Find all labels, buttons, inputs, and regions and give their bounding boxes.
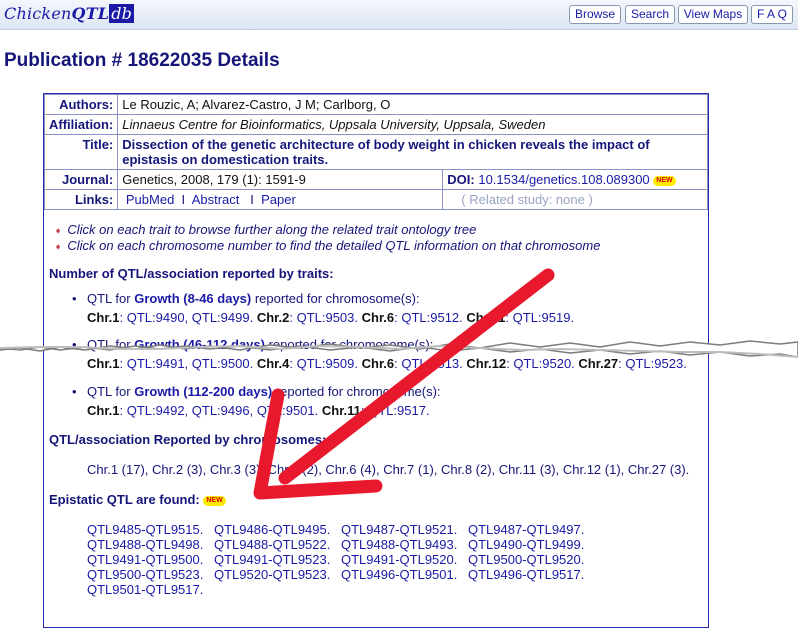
logo[interactable]: ChickenQTL db (4, 4, 135, 23)
chr-link[interactable]: Chr.11 (466, 310, 505, 325)
epistatic-pair[interactable]: QTL9490-QTL9499. (468, 537, 584, 552)
epistatic-heading-text: Epistatic QTL are found: (49, 492, 200, 507)
qtl-links[interactable]: : QTL:9490, QTL:9499. (120, 310, 257, 325)
epistatic-pair[interactable]: QTL9496-QTL9517. (468, 567, 584, 582)
epistatic-row: QTL9485-QTL9515. QTL9486-QTL9495. QTL9487-… (87, 522, 584, 537)
epistatic-pair[interactable]: QTL9491-QTL9523. (214, 552, 341, 567)
pubmed-link[interactable]: PubMed (126, 192, 174, 207)
note-1: ➧ Click on each trait to browse further a… (54, 222, 476, 237)
trait-prefix: QTL for (87, 291, 135, 306)
title-value: Dissection of the genetic architecture o… (117, 134, 708, 170)
traits-heading: Number of QTL/association reported by tr… (49, 266, 334, 281)
epistatic-pair[interactable]: QTL9488-QTL9493. (341, 537, 468, 552)
links-cell: PubMed I Abstract I Paper (117, 189, 444, 210)
chromosomes-heading: QTL/association Reported by chromosomes: (49, 432, 327, 447)
epistatic-pair[interactable]: QTL9491-QTL9500. (87, 552, 214, 567)
chr-link[interactable]: Chr.6 (362, 310, 395, 325)
epistatic-pair[interactable]: QTL9487-QTL9497. (468, 522, 584, 537)
epistatic-pair[interactable]: QTL9496-QTL9501. (341, 567, 468, 582)
browse-button[interactable]: Browse (569, 5, 621, 24)
authors-label: Authors: (43, 94, 119, 115)
logo-part1: Chicken (4, 4, 72, 23)
page-title: Publication # 18622035 Details (4, 50, 280, 71)
trait-suffix: reported for chromosome(s): (251, 291, 420, 306)
journal-label: Journal: (43, 169, 119, 190)
new-badge: NEW (203, 495, 226, 506)
epistatic-row: QTL9488-QTL9498. QTL9488-QTL9522. QTL9488-… (87, 537, 584, 552)
chr-link[interactable]: Chr.11 (322, 403, 361, 418)
title-line-1: Dissection of the genetic architecture o… (122, 137, 650, 152)
chr-link[interactable]: Chr.2 (257, 310, 290, 325)
note-2: ➧ Click on each chromosome number to find… (54, 238, 600, 253)
logo-part3: db (109, 4, 135, 23)
title-line-2: epistasis on domestication traits. (122, 152, 329, 167)
faq-button[interactable]: F A Q (751, 5, 793, 24)
epistatic-list: QTL9485-QTL9515. QTL9486-QTL9495. QTL9487-… (87, 522, 584, 597)
qtl-links[interactable]: : QTL:9492, QTL:9496, QTL:9501. (120, 403, 322, 418)
epistatic-pair[interactable]: QTL9491-QTL9520. (341, 552, 468, 567)
arrow-right-icon: ➧ (54, 242, 63, 253)
authors-value: Le Rouzic, A; Alvarez-Castro, J M; Carlb… (117, 94, 708, 115)
related-study: ( Related study: none ) (442, 189, 708, 210)
doi-link[interactable]: 10.1534/genetics.108.089300 (478, 172, 649, 187)
arrow-right-icon: ➧ (54, 226, 63, 237)
trait-line: QTL for Growth (8-46 days) reported for … (87, 291, 420, 306)
qtl-links[interactable]: : QTL:9519. (505, 310, 574, 325)
search-button[interactable]: Search (625, 5, 675, 24)
view-maps-button[interactable]: View Maps (678, 5, 748, 24)
links-separator: I (250, 192, 254, 207)
links-separator: I (181, 192, 186, 207)
chromosome-line: Chr.1: QTL:9490, QTL:9499. Chr.2: QTL:95… (87, 310, 574, 325)
chr-link[interactable]: Chr.1 (87, 403, 120, 418)
epistatic-row: QTL9500-QTL9523. QTL9520-QTL9523. QTL9496-… (87, 567, 584, 582)
new-badge: NEW (653, 175, 676, 186)
chromosome-counts[interactable]: Chr.1 (17), Chr.2 (3), Chr.3 (3), Chr.4 … (87, 462, 689, 477)
links-label: Links: (43, 189, 119, 210)
journal-value: Genetics, 2008, 179 (1): 1591-9 (117, 169, 444, 190)
epistatic-pair[interactable]: QTL9520-QTL9523. (214, 567, 341, 582)
bullet: • (72, 384, 77, 399)
trait-link[interactable]: Growth (112-200 days) (134, 384, 272, 399)
epistatic-row: QTL9491-QTL9500. QTL9491-QTL9523. QTL9491-… (87, 552, 584, 567)
epistatic-pair[interactable]: QTL9501-QTL9517. (87, 582, 203, 597)
qtl-links[interactable]: : QTL:9512. (394, 310, 466, 325)
epistatic-row: QTL9501-QTL9517. (87, 582, 584, 597)
paper-link[interactable]: Paper (261, 192, 296, 207)
qtl-links[interactable]: : QTL:9503. (289, 310, 361, 325)
trait-line: QTL for Growth (112-200 days) reported f… (87, 384, 441, 399)
abstract-link[interactable]: Abstract (192, 192, 240, 207)
title-label: Title: (43, 134, 119, 170)
epistatic-heading: Epistatic QTL are found: NEW (49, 492, 226, 507)
trait-suffix: reported for chromosome(s): (272, 384, 441, 399)
epistatic-pair[interactable]: QTL9485-QTL9515. (87, 522, 214, 537)
trait-link[interactable]: Growth (8-46 days) (134, 291, 251, 306)
top-bar: ChickenQTL db Browse Search View Maps F A… (0, 0, 798, 30)
affiliation-value: Linnaeus Centre for Bioinformatics, Upps… (117, 114, 708, 135)
torn-edge-decoration (0, 340, 798, 358)
note-text: Click on each chromosome number to find … (67, 238, 601, 253)
epistatic-pair[interactable]: QTL9500-QTL9523. (87, 567, 214, 582)
chromosome-line: Chr.1: QTL:9492, QTL:9496, QTL:9501. Chr… (87, 403, 430, 418)
epistatic-pair[interactable]: QTL9486-QTL9495. (214, 522, 341, 537)
affiliation-label: Affiliation: (43, 114, 119, 135)
epistatic-pair[interactable]: QTL9488-QTL9498. (87, 537, 214, 552)
note-text: Click on each trait to browse further al… (67, 222, 477, 237)
doi-cell: DOI: 10.1534/genetics.108.089300 NEW (442, 169, 708, 190)
qtl-links[interactable]: : QTL:9517. (361, 403, 430, 418)
chr-link[interactable]: Chr.1 (87, 310, 120, 325)
logo-part2: QTL (71, 4, 110, 23)
bullet: • (72, 291, 77, 306)
publication-meta-table: Authors: Le Rouzic, A; Alvarez-Castro, J… (43, 94, 708, 210)
trait-prefix: QTL for (87, 384, 135, 399)
doi-label: DOI: (447, 172, 475, 187)
epistatic-pair[interactable]: QTL9487-QTL9521. (341, 522, 468, 537)
epistatic-pair[interactable]: QTL9500-QTL9520. (468, 552, 584, 567)
epistatic-pair[interactable]: QTL9488-QTL9522. (214, 537, 341, 552)
